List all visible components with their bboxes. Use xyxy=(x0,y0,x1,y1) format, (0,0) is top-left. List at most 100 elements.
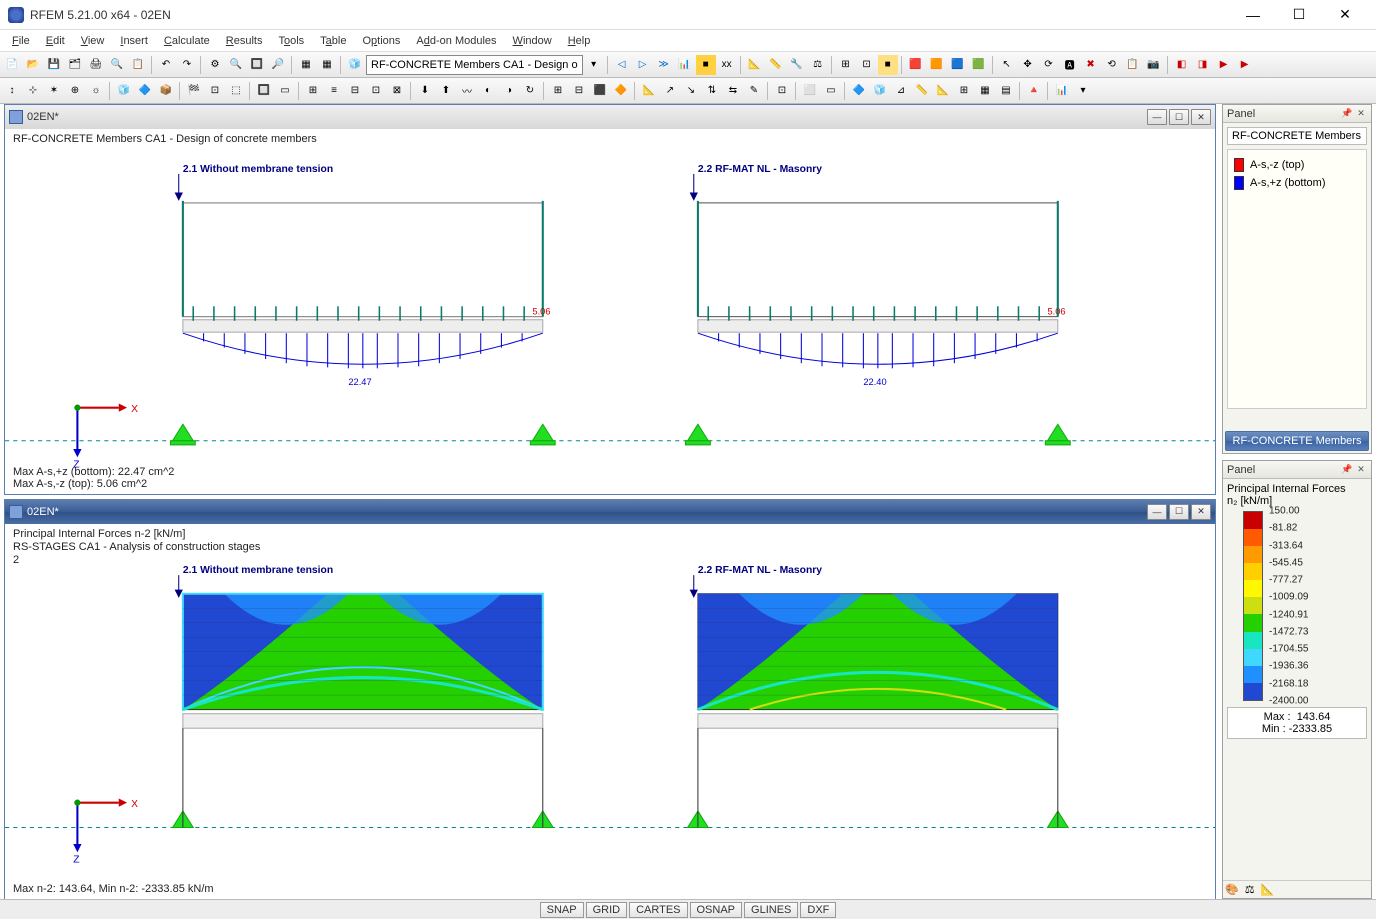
redo-icon[interactable]: ↷ xyxy=(177,55,197,75)
doc2-max-button[interactable]: ☐ xyxy=(1169,504,1189,520)
menu-tools[interactable]: Tools xyxy=(270,33,312,49)
menu-addon[interactable]: Add-on Modules xyxy=(408,33,504,49)
t2-w[interactable]: ◑ xyxy=(499,81,519,101)
table1-icon[interactable]: ▦ xyxy=(296,55,316,75)
t2-an[interactable]: ⊿ xyxy=(891,81,911,101)
copy-icon[interactable]: 📋 xyxy=(1123,55,1143,75)
doc1-close-button[interactable]: ✕ xyxy=(1191,109,1211,125)
t2-ah[interactable]: ✎ xyxy=(744,81,764,101)
t2-av[interactable]: ▾ xyxy=(1073,81,1093,101)
t2-ar[interactable]: ▦ xyxy=(975,81,995,101)
menu-options[interactable]: Options xyxy=(354,33,408,49)
t2-at[interactable]: 🔺 xyxy=(1024,81,1044,101)
rotate-icon[interactable]: ⟳ xyxy=(1039,55,1059,75)
save-icon[interactable]: 💾 xyxy=(44,55,64,75)
doc2-min-button[interactable]: — xyxy=(1147,504,1167,520)
t2-ab[interactable]: 🔶 xyxy=(611,81,631,101)
menu-results[interactable]: Results xyxy=(218,33,271,49)
status-snap[interactable]: SNAP xyxy=(540,902,584,918)
t2-i[interactable]: 🏁 xyxy=(184,81,204,101)
module-icon[interactable]: 🧊 xyxy=(345,55,365,75)
t2-f[interactable]: 🧊 xyxy=(114,81,134,101)
t2-k[interactable]: ⬚ xyxy=(226,81,246,101)
t2-ap[interactable]: 📐 xyxy=(933,81,953,101)
t2-o[interactable]: ≡ xyxy=(324,81,344,101)
panel2-tab2-icon[interactable]: ⚖ xyxy=(1245,883,1255,896)
status-cartes[interactable]: CARTES xyxy=(629,902,687,918)
sel-icon[interactable]: ↖ xyxy=(997,55,1017,75)
menu-file[interactable]: File xyxy=(4,33,38,49)
mat2-icon[interactable]: 🟧 xyxy=(927,55,947,75)
menu-help[interactable]: Help xyxy=(560,33,599,49)
t2-au[interactable]: 📊 xyxy=(1052,81,1072,101)
maximize-button[interactable]: ☐ xyxy=(1276,1,1322,29)
panel2-tab3-icon[interactable]: 📐 xyxy=(1261,883,1275,896)
doc2-titlebar[interactable]: 02EN* — ☐ ✕ xyxy=(5,500,1215,524)
t2-d[interactable]: ⊕ xyxy=(65,81,85,101)
undo-icon[interactable]: ↶ xyxy=(156,55,176,75)
t2-z[interactable]: ⊟ xyxy=(569,81,589,101)
status-osnap[interactable]: OSNAP xyxy=(690,902,743,918)
t2-ak[interactable]: ▭ xyxy=(821,81,841,101)
t2-y[interactable]: ⊞ xyxy=(548,81,568,101)
t2-m[interactable]: ▭ xyxy=(275,81,295,101)
zoomout-icon[interactable]: 🔎 xyxy=(268,55,288,75)
status-grid[interactable]: GRID xyxy=(586,902,628,918)
mat4-icon[interactable]: 🟩 xyxy=(969,55,989,75)
doc2-viewport[interactable]: Principal Internal Forces n-2 [kN/m] RS-… xyxy=(5,524,1215,899)
print-icon[interactable]: 🖨 xyxy=(86,55,106,75)
panel2-pin-icon[interactable]: 📌 xyxy=(1341,464,1353,476)
t2-a[interactable]: ↕ xyxy=(2,81,22,101)
table2-icon[interactable]: ▦ xyxy=(317,55,337,75)
panel1-title[interactable]: Panel 📌✕ xyxy=(1223,105,1371,123)
t2-ag[interactable]: ⇆ xyxy=(723,81,743,101)
grid2-icon[interactable]: ⊡ xyxy=(857,55,877,75)
doc1-viewport[interactable]: RF-CONCRETE Members CA1 - Design of conc… xyxy=(5,129,1215,494)
saveall-icon[interactable]: 🗂 xyxy=(65,55,85,75)
zoomwin-icon[interactable]: 🔲 xyxy=(247,55,267,75)
t2-af[interactable]: ⇅ xyxy=(702,81,722,101)
grid3-icon[interactable]: ■ xyxy=(878,55,898,75)
t2-n[interactable]: ⊞ xyxy=(303,81,323,101)
minimize-button[interactable]: — xyxy=(1230,1,1276,29)
t2-p[interactable]: ⊟ xyxy=(345,81,365,101)
grid1-icon[interactable]: ⊞ xyxy=(836,55,856,75)
dim1-icon[interactable]: 📐 xyxy=(745,55,765,75)
mat1-icon[interactable]: 🟥 xyxy=(906,55,926,75)
red2-icon[interactable]: ◨ xyxy=(1193,55,1213,75)
doc1-max-button[interactable]: ☐ xyxy=(1169,109,1189,125)
result3-icon[interactable]: xx xyxy=(717,55,737,75)
menu-calculate[interactable]: Calculate xyxy=(156,33,218,49)
panel2-tab1-icon[interactable]: 🎨 xyxy=(1225,883,1239,896)
t2-aj[interactable]: ⬜ xyxy=(800,81,820,101)
axis-icon[interactable]: 🅰 xyxy=(1060,55,1080,75)
t2-t[interactable]: ⬆ xyxy=(436,81,456,101)
nav-prev-icon[interactable]: ▷ xyxy=(633,55,653,75)
new-icon[interactable]: 📄 xyxy=(2,55,22,75)
status-dxf[interactable]: DXF xyxy=(800,902,836,918)
refresh-icon[interactable]: ⟲ xyxy=(1102,55,1122,75)
t2-ao[interactable]: 📏 xyxy=(912,81,932,101)
calc-icon[interactable]: ⚙ xyxy=(205,55,225,75)
status-glines[interactable]: GLINES xyxy=(744,902,798,918)
t2-as[interactable]: ▤ xyxy=(996,81,1016,101)
t2-ad[interactable]: ↗ xyxy=(660,81,680,101)
t2-ac[interactable]: 📐 xyxy=(639,81,659,101)
t2-ae[interactable]: ↘ xyxy=(681,81,701,101)
nav-first-icon[interactable]: ◁ xyxy=(612,55,632,75)
menu-window[interactable]: Window xyxy=(505,33,560,49)
move-icon[interactable]: ✥ xyxy=(1018,55,1038,75)
doc1-titlebar[interactable]: 02EN* — ☐ ✕ xyxy=(5,105,1215,129)
t2-ai[interactable]: ⊡ xyxy=(772,81,792,101)
t2-l[interactable]: 🔲 xyxy=(254,81,274,101)
t2-am[interactable]: 🧊 xyxy=(870,81,890,101)
t2-h[interactable]: 📦 xyxy=(156,81,176,101)
doc1-min-button[interactable]: — xyxy=(1147,109,1167,125)
t2-r[interactable]: ⊠ xyxy=(387,81,407,101)
panel2-title[interactable]: Panel 📌✕ xyxy=(1223,461,1371,479)
zoom-icon[interactable]: 🔍 xyxy=(226,55,246,75)
menu-view[interactable]: View xyxy=(73,33,113,49)
t2-e[interactable]: ☼ xyxy=(86,81,106,101)
t2-al[interactable]: 🔷 xyxy=(849,81,869,101)
report-icon[interactable]: 📋 xyxy=(128,55,148,75)
